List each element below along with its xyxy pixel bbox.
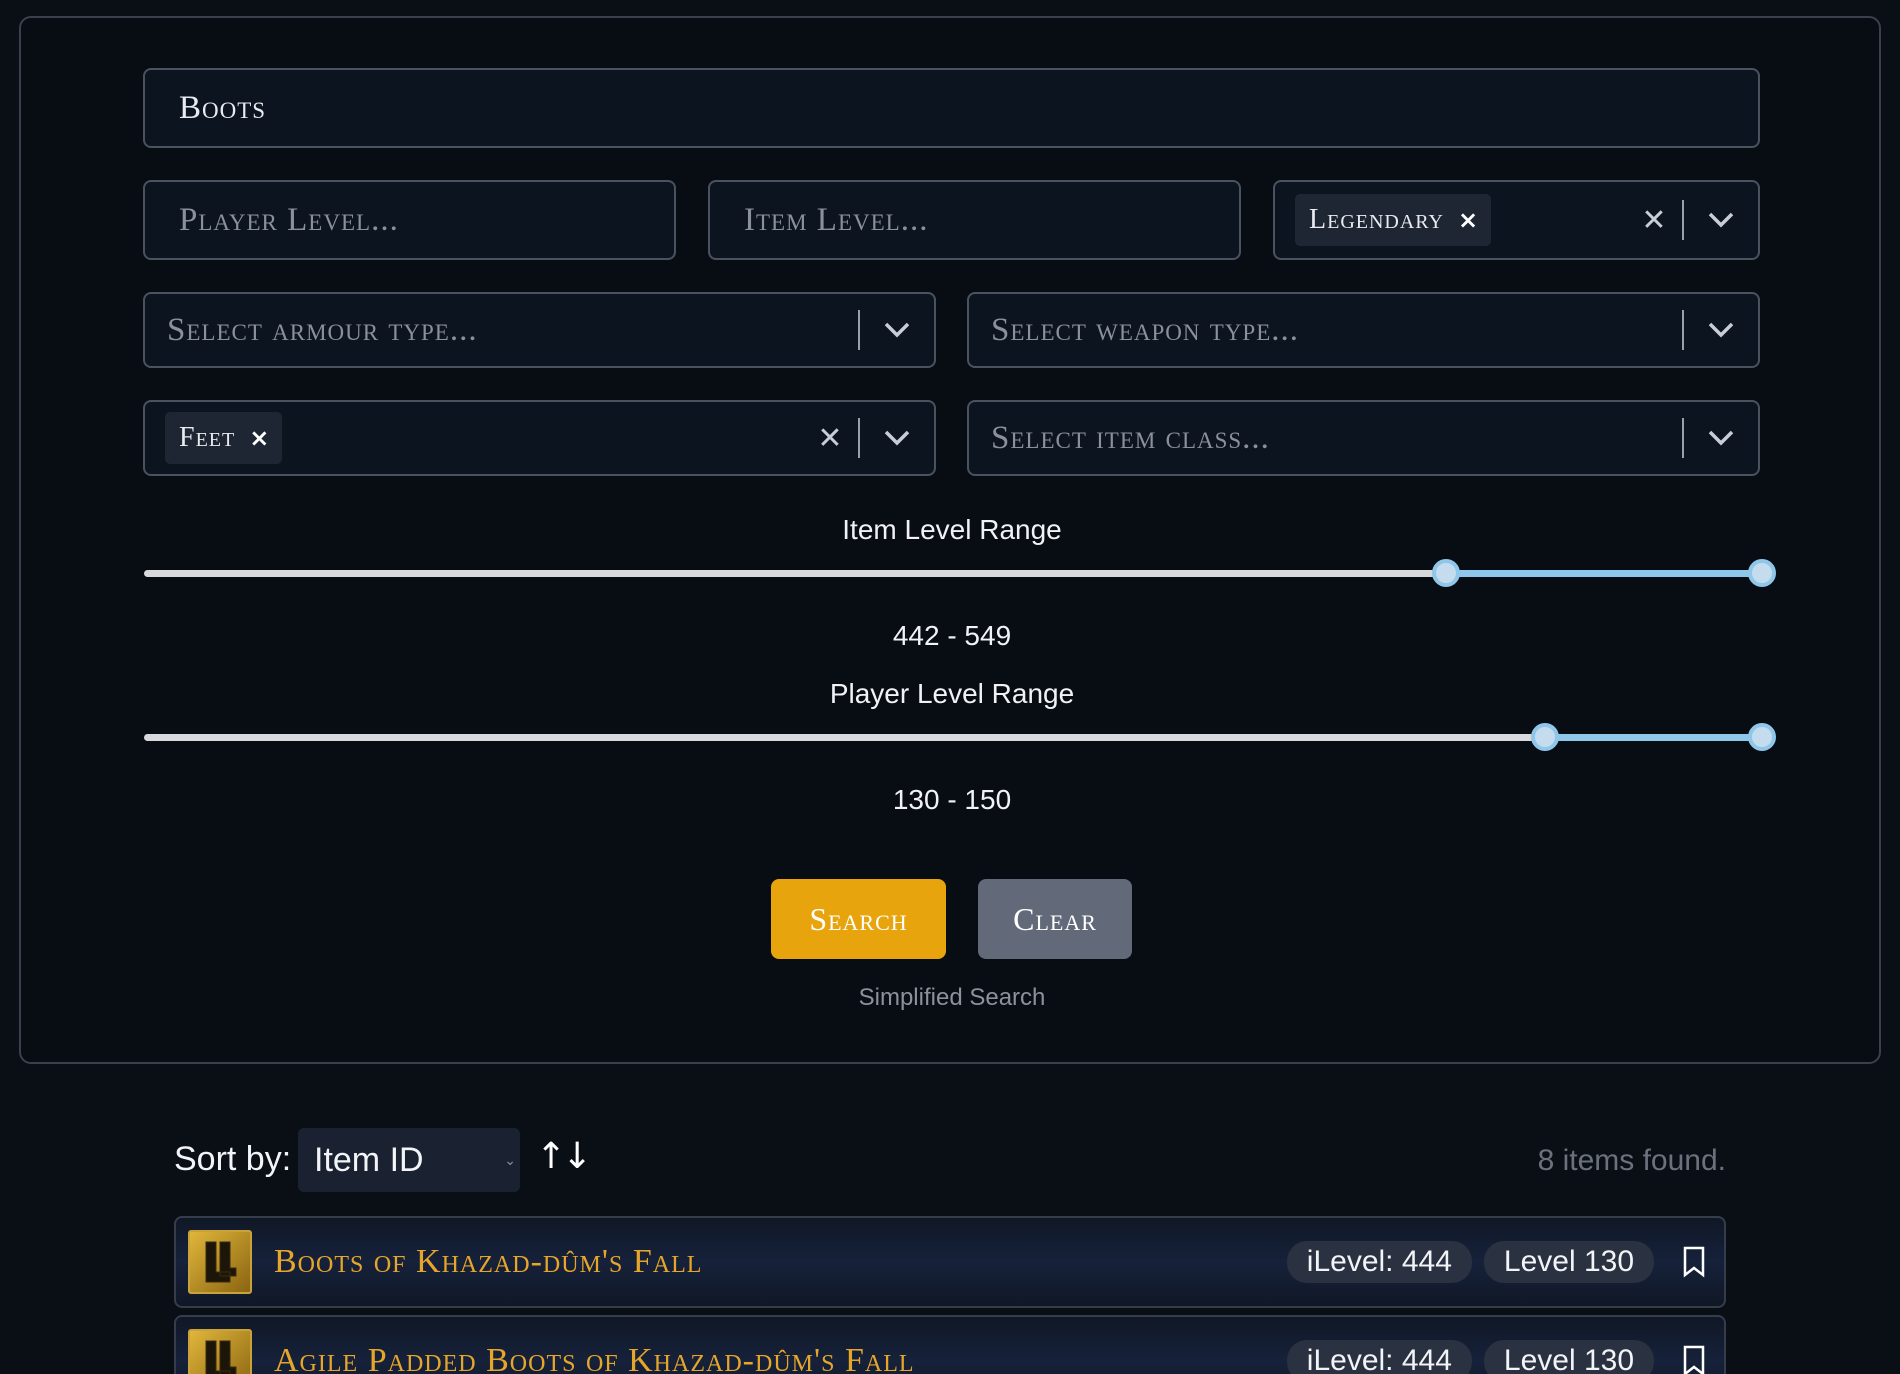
- search-input-value: Boots: [179, 89, 267, 126]
- sort-select-value: Item ID: [314, 1140, 424, 1179]
- search-button[interactable]: Search: [771, 879, 946, 959]
- chevron-down-icon[interactable]: [860, 322, 934, 338]
- boots-icon: [188, 1230, 252, 1294]
- slot-tag: Feet ×: [165, 412, 283, 464]
- weapon-type-select[interactable]: Select weapon type...: [967, 292, 1760, 368]
- player-level-range-slider[interactable]: [144, 723, 1776, 751]
- clear-rarity-icon[interactable]: ✕: [1626, 203, 1682, 238]
- chevron-down-icon[interactable]: [860, 430, 934, 446]
- weapon-type-placeholder: Select weapon type...: [991, 311, 1300, 348]
- rarity-tag: Legendary ×: [1295, 194, 1492, 246]
- sort-select[interactable]: Item ID ⌄: [298, 1128, 520, 1192]
- player-level-range-fill: [1545, 734, 1762, 741]
- item-level-range-value: 442 - 549: [892, 620, 1012, 651]
- result-item[interactable]: Agile Padded Boots of Khazad-dûm's Fall …: [174, 1315, 1726, 1374]
- item-class-select[interactable]: Select item class...: [967, 400, 1760, 476]
- armour-type-select[interactable]: Select armour type...: [143, 292, 936, 368]
- item-name[interactable]: Boots of Khazad-dûm's Fall: [274, 1243, 702, 1281]
- chevron-down-icon[interactable]: [1684, 430, 1758, 446]
- item-level-range-slider[interactable]: [144, 559, 1776, 587]
- bookmark-icon[interactable]: [1682, 1246, 1706, 1278]
- result-item[interactable]: Boots of Khazad-dûm's Fall iLevel: 444 L…: [174, 1216, 1726, 1308]
- sort-label: Sort by:: [174, 1140, 292, 1178]
- item-name[interactable]: Agile Padded Boots of Khazad-dûm's Fall: [274, 1342, 915, 1374]
- search-input[interactable]: Boots: [143, 68, 1760, 148]
- item-class-placeholder: Select item class...: [991, 419, 1270, 456]
- item-level-input[interactable]: Item Level...: [708, 180, 1241, 260]
- ilevel-badge: iLevel: 444: [1286, 1340, 1472, 1374]
- rarity-select[interactable]: Legendary × ✕: [1273, 180, 1760, 260]
- item-level-range-fill: [1446, 570, 1762, 577]
- item-level-max-handle[interactable]: [1748, 559, 1776, 587]
- player-level-range-label: Player Level Range: [829, 678, 1075, 709]
- player-level-max-handle[interactable]: [1748, 723, 1776, 751]
- result-count: 8 items found.: [1537, 1144, 1726, 1177]
- remove-rarity-tag-icon[interactable]: ×: [1458, 206, 1479, 234]
- player-level-range-value: 130 - 150: [892, 784, 1012, 815]
- sort-direction-icon[interactable]: ↑↓: [536, 1136, 592, 1177]
- simplified-search-link[interactable]: Simplified Search: [21, 984, 1883, 1012]
- item-level-range-label: Item Level Range: [842, 514, 1062, 545]
- chevron-down-icon[interactable]: [1684, 322, 1758, 338]
- item-level-placeholder: Item Level...: [744, 201, 929, 238]
- remove-slot-tag-icon[interactable]: ×: [249, 424, 270, 452]
- item-level-min-handle[interactable]: [1432, 559, 1461, 587]
- search-panel: Boots Player Level... Item Level... Lege…: [19, 16, 1881, 1064]
- slot-select[interactable]: Feet × ✕: [143, 400, 936, 476]
- ilevel-badge: iLevel: 444: [1286, 1241, 1472, 1283]
- boots-icon: [188, 1329, 252, 1374]
- level-badge: Level 130: [1483, 1241, 1654, 1283]
- chevron-down-icon: ⌄: [504, 1151, 516, 1168]
- armour-type-placeholder: Select armour type...: [167, 311, 478, 348]
- slot-tag-label: Feet: [179, 422, 236, 453]
- clear-button[interactable]: Clear: [978, 879, 1132, 959]
- level-badge: Level 130: [1483, 1340, 1654, 1374]
- rarity-tag-label: Legendary: [1309, 204, 1444, 235]
- player-level-input[interactable]: Player Level...: [143, 180, 676, 260]
- chevron-down-icon[interactable]: [1684, 212, 1758, 228]
- bookmark-icon[interactable]: [1682, 1345, 1706, 1374]
- player-level-min-handle[interactable]: [1531, 723, 1560, 751]
- player-level-placeholder: Player Level...: [179, 201, 399, 238]
- clear-slot-icon[interactable]: ✕: [802, 421, 858, 456]
